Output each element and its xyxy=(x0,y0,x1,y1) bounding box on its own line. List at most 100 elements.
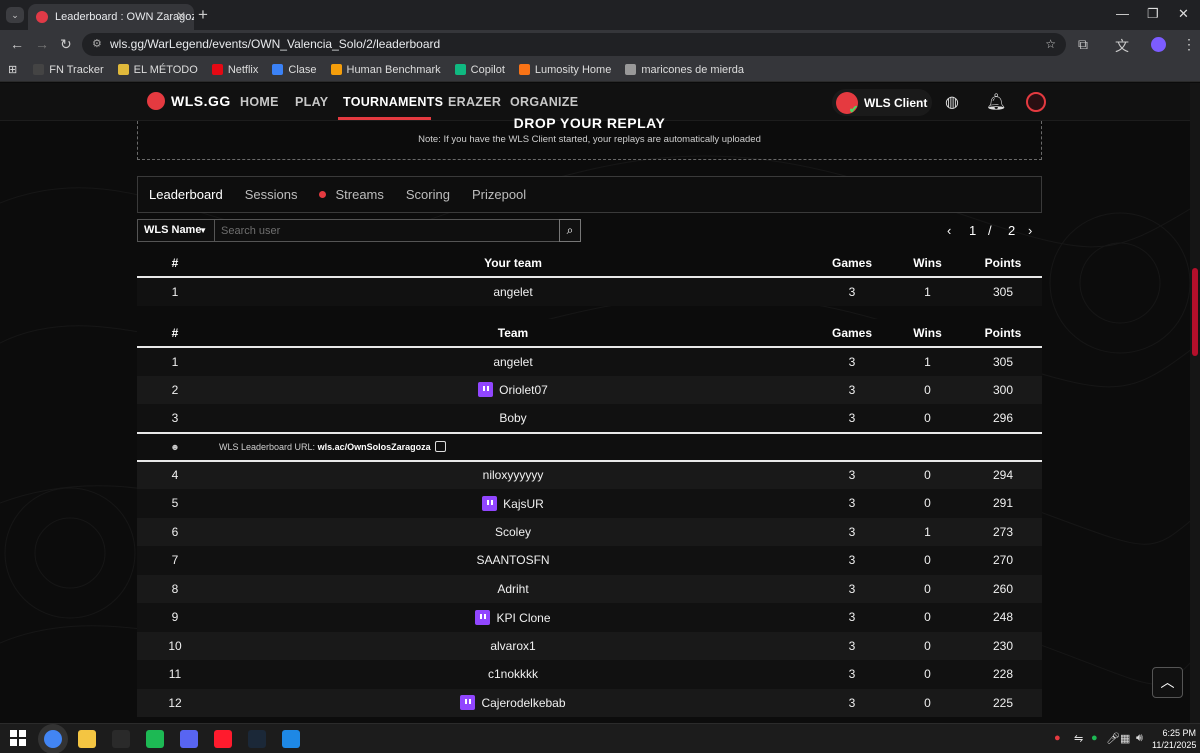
bookmark-item[interactable]: Netflix xyxy=(211,64,258,76)
bell-icon[interactable]: 🔔︎ xyxy=(986,92,1006,112)
twitch-icon[interactable] xyxy=(475,609,491,625)
page-scrollbar[interactable] xyxy=(1190,83,1200,723)
team-name[interactable]: Boby xyxy=(499,411,526,425)
search-button[interactable]: ⌕ xyxy=(559,219,581,242)
back-icon[interactable]: ← xyxy=(10,36,24,52)
close-window-icon[interactable]: ✕ xyxy=(1178,6,1189,22)
prev-page-icon[interactable]: ‹ xyxy=(947,223,951,238)
bookmark-item[interactable]: Human Benchmark xyxy=(330,64,441,76)
tab-leaderboard[interactable]: Leaderboard xyxy=(149,187,223,202)
browser-tab[interactable]: Leaderboard : OWN Zaragoza S ✕ xyxy=(28,4,194,30)
nav-tournaments[interactable]: TOURNAMENTS xyxy=(343,95,443,109)
table-row[interactable]: 1 angelet 3 1 305 xyxy=(137,347,1042,376)
nav-home[interactable]: HOME xyxy=(240,95,279,109)
system-clock[interactable]: 6:25 PM 11/21/2025 xyxy=(1152,727,1196,751)
wls-tray-icon[interactable]: ● xyxy=(1054,732,1061,744)
table-row[interactable]: 8 Adriht 3 0 260 xyxy=(137,574,1042,603)
tab-sessions[interactable]: Sessions xyxy=(245,187,298,202)
forward-icon[interactable]: → xyxy=(35,36,49,52)
replay-drop-zone[interactable]: DROP YOUR REPLAY Note: If you have the W… xyxy=(137,115,1042,160)
tab-streams[interactable]: Streams xyxy=(319,187,384,202)
team-name[interactable]: Oriolet07 xyxy=(499,383,548,397)
windows-start-icon[interactable] xyxy=(10,730,28,748)
table-row[interactable]: 4 niloxyyyyyy 3 0 294 xyxy=(137,460,1042,489)
team-name[interactable]: c1nokkkk xyxy=(488,667,538,681)
table-row[interactable]: 10 alvarox1 3 0 230 xyxy=(137,631,1042,660)
table-row[interactable]: 6 Scoley 3 1 273 xyxy=(137,517,1042,546)
copy-icon[interactable] xyxy=(434,441,446,452)
tab-search-icon[interactable]: ⌄ xyxy=(6,7,24,23)
spotify-tray-icon[interactable]: ● xyxy=(1091,732,1098,744)
spotify-taskbar-icon[interactable] xyxy=(146,730,164,748)
team-name[interactable]: angelet xyxy=(493,355,532,369)
team-name[interactable]: alvarox1 xyxy=(490,639,535,653)
twitch-icon[interactable] xyxy=(482,495,498,511)
bookmark-item[interactable]: Lumosity Home xyxy=(518,64,611,76)
table-row[interactable]: 11 c1nokkkk 3 0 228 xyxy=(137,660,1042,689)
search-user-input[interactable] xyxy=(215,219,560,242)
team-name[interactable]: SAANTOSFN xyxy=(476,553,549,567)
opera-taskbar-icon[interactable] xyxy=(214,730,232,748)
fortnite-taskbar-icon[interactable] xyxy=(282,730,300,748)
user-avatar[interactable] xyxy=(1026,92,1046,112)
address-bar[interactable]: ⚙ wls.gg/WarLegend/events/OWN_Valencia_S… xyxy=(82,33,1066,56)
nav-play[interactable]: PLAY xyxy=(295,95,328,109)
new-tab-icon[interactable]: + xyxy=(198,5,208,25)
team-name[interactable]: Cajerodelkebab xyxy=(481,696,565,710)
team-name[interactable]: niloxyyyyyy xyxy=(483,468,544,482)
minimize-icon[interactable]: — xyxy=(1116,6,1129,21)
page-scrollbar-thumb[interactable] xyxy=(1192,268,1198,356)
microphone-icon[interactable]: 🎤︎ xyxy=(1106,732,1120,745)
extensions-icon[interactable]: ⧉ xyxy=(1078,36,1088,53)
bookmark-item[interactable]: Clase xyxy=(272,64,317,76)
your-team-row[interactable]: 1 angelet 3 1 305 xyxy=(137,277,1042,306)
team-name[interactable]: KajsUR xyxy=(503,497,544,511)
twitch-icon[interactable] xyxy=(460,695,476,711)
tab-prizepool[interactable]: Prizepool xyxy=(472,187,526,202)
team-name[interactable]: Adriht xyxy=(497,582,528,596)
search-field-dropdown[interactable]: WLS Name ▼ xyxy=(137,219,215,242)
team-name[interactable]: Scoley xyxy=(495,525,531,539)
chrome-taskbar-icon[interactable] xyxy=(44,730,62,748)
table-row[interactable]: 3 Boby 3 0 296 xyxy=(137,404,1042,433)
table-row[interactable]: 7 SAANTOSFN 3 0 270 xyxy=(137,546,1042,575)
profile-avatar-icon[interactable] xyxy=(1151,37,1166,52)
wifi-icon[interactable]: ▦ xyxy=(1120,732,1130,745)
file-explorer-taskbar-icon[interactable] xyxy=(78,730,96,748)
leaderboard-url-link[interactable]: wls.ac/OwnSolosZaragoza xyxy=(318,442,431,452)
pager-current[interactable]: 1 xyxy=(969,223,976,238)
table-row[interactable]: 9 KPI Clone 3 0 248 xyxy=(137,603,1042,632)
globe-icon[interactable]: ◍ xyxy=(945,92,959,112)
close-tab-icon[interactable]: ✕ xyxy=(176,9,186,23)
bookmark-item[interactable]: Copilot xyxy=(454,64,505,76)
table-row[interactable]: 5 KajsUR 3 0 291 xyxy=(137,489,1042,518)
wls-client-button[interactable]: ✔ WLS Client xyxy=(832,89,932,116)
epic-games-taskbar-icon[interactable] xyxy=(112,730,130,748)
nav-organize[interactable]: ORGANIZE xyxy=(510,95,578,109)
bookmark-item[interactable]: maricones de mierda xyxy=(625,64,744,76)
bookmark-star-icon[interactable]: ☆ xyxy=(1045,33,1056,56)
table-row[interactable]: 12 Cajerodelkebab 3 0 225 xyxy=(137,688,1042,717)
bookmark-item[interactable]: FN Tracker xyxy=(33,64,104,76)
table-row[interactable]: 2 Oriolet07 3 0 300 xyxy=(137,375,1042,404)
tab-scoring[interactable]: Scoring xyxy=(406,187,450,202)
tray-arrows-icon[interactable]: ⇋ xyxy=(1074,732,1083,745)
nav-erazer[interactable]: ERAZER xyxy=(448,95,501,109)
wls-logo[interactable]: WLS.GG xyxy=(147,92,231,110)
discord-taskbar-icon[interactable] xyxy=(180,730,198,748)
team-name[interactable]: KPI Clone xyxy=(496,611,550,625)
menu-kebab-icon[interactable]: ⋮ xyxy=(1182,36,1196,53)
reload-icon[interactable]: ↻ xyxy=(60,36,72,53)
twitch-icon[interactable] xyxy=(478,382,494,398)
next-page-icon[interactable]: › xyxy=(1028,223,1032,238)
restore-icon[interactable]: ❐ xyxy=(1147,6,1159,22)
bookmark-item[interactable]: EL MÉTODO xyxy=(117,64,198,76)
site-info-icon[interactable]: ⚙ xyxy=(92,33,102,56)
volume-icon[interactable]: 🔊︎ xyxy=(1136,732,1143,745)
bookmarks-bar: ⊞ FN Tracker EL MÉTODO Netflix Clase Human B… xyxy=(0,58,1200,82)
scroll-to-top-button[interactable]: ︿ xyxy=(1152,667,1183,698)
translate-icon[interactable]: 文 xyxy=(1115,36,1129,56)
steam-taskbar-icon[interactable] xyxy=(248,730,266,748)
pager-total[interactable]: 2 xyxy=(1008,223,1015,238)
apps-grid-icon[interactable]: ⊞ xyxy=(8,63,17,76)
